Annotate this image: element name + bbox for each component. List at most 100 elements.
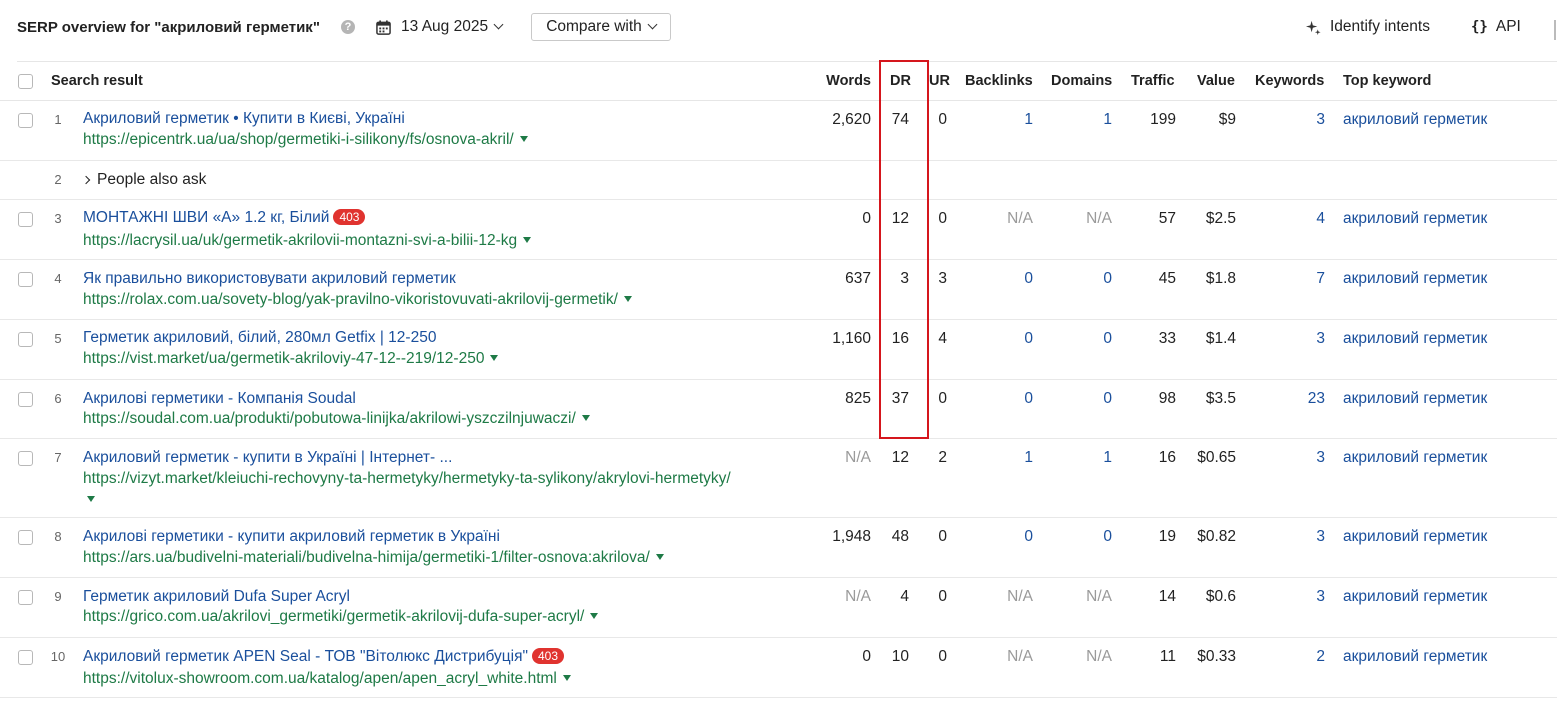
cell-backlinks[interactable]: 0 <box>1024 528 1033 546</box>
result-title-link[interactable]: Акриловий герметик - купити в Україні | … <box>83 449 452 467</box>
row-checkbox[interactable] <box>18 113 33 128</box>
table-row: 6 Акрилові герметики - Компанія Soudal h… <box>0 380 1557 439</box>
col-keywords[interactable]: Keywords <box>1255 73 1324 89</box>
cell-backlinks[interactable]: 1 <box>1024 449 1033 467</box>
cell-backlinks[interactable]: 0 <box>1024 390 1033 408</box>
col-value[interactable]: Value <box>1197 73 1235 89</box>
cell-keywords[interactable]: 2 <box>1316 648 1325 666</box>
result-url[interactable]: https://soudal.com.ua/produkti/pobutowa-… <box>83 410 590 428</box>
cell-top-keyword[interactable]: акриловий герметик <box>1343 528 1487 546</box>
row-checkbox[interactable] <box>18 332 33 347</box>
result-url[interactable]: https://rolax.com.ua/sovety-blog/yak-pra… <box>83 291 632 309</box>
caret-down-icon[interactable] <box>562 675 571 681</box>
select-all-checkbox[interactable] <box>18 74 33 89</box>
cell-domains[interactable]: 1 <box>1103 111 1112 129</box>
compare-with-button[interactable]: Compare with <box>531 13 671 41</box>
result-url[interactable]: https://vist.market/ua/germetik-akrilovi… <box>83 350 499 368</box>
cell-top-keyword[interactable]: акриловий герметик <box>1343 449 1487 467</box>
result-url-text[interactable]: https://vizyt.market/kleiuchi-rechovyny-… <box>83 470 731 488</box>
result-title-link[interactable]: Акриловий герметик APEN Seal - ТОВ "Віто… <box>83 648 565 666</box>
result-title-link[interactable]: Як правильно використовувати акриловий г… <box>83 270 456 288</box>
cell-domains[interactable]: 0 <box>1103 528 1112 546</box>
caret-down-icon[interactable] <box>581 415 590 421</box>
result-title-link[interactable]: Акриловий герметик • Купити в Києві, Укр… <box>83 110 405 128</box>
col-backlinks[interactable]: Backlinks <box>965 73 1033 89</box>
people-also-ask-toggle[interactable]: People also ask <box>81 171 206 189</box>
result-title-link[interactable]: МОНТАЖНІ ШВИ «А» 1.2 кг, Білий 403 <box>83 209 366 227</box>
cell-top-keyword[interactable]: акриловий герметик <box>1343 648 1487 666</box>
caret-down-icon[interactable] <box>590 613 599 619</box>
caret-down-icon[interactable] <box>519 136 528 142</box>
caret-down-icon[interactable] <box>655 554 664 560</box>
cell-keywords[interactable]: 3 <box>1316 528 1325 546</box>
cell-top-keyword[interactable]: акриловий герметик <box>1343 390 1487 408</box>
result-url-text[interactable]: https://ars.ua/budivelni-materiali/budiv… <box>83 549 650 566</box>
date-picker[interactable]: 13 Aug 2025 <box>376 18 504 36</box>
col-traffic[interactable]: Traffic <box>1131 73 1175 89</box>
result-title-link[interactable]: Акрилові герметики - купити акриловий ге… <box>83 528 500 546</box>
caret-down-icon[interactable] <box>87 496 95 502</box>
cell-top-keyword[interactable]: акриловий герметик <box>1343 330 1487 348</box>
row-checkbox[interactable] <box>18 530 33 545</box>
help-icon[interactable]: ? <box>341 20 355 34</box>
cell-backlinks[interactable]: 0 <box>1024 330 1033 348</box>
row-checkbox[interactable] <box>18 392 33 407</box>
row-checkbox[interactable] <box>18 590 33 605</box>
result-url[interactable]: https://grico.com.ua/akrilovi_germetiki/… <box>83 608 599 626</box>
result-url-text[interactable]: https://vist.market/ua/germetik-akrilovi… <box>83 350 484 367</box>
cell-keywords[interactable]: 4 <box>1316 210 1325 228</box>
row-checkbox[interactable] <box>18 451 33 466</box>
cell-domains[interactable]: 1 <box>1103 449 1112 467</box>
caret-down-icon[interactable] <box>623 296 632 302</box>
identify-intents-button[interactable]: Identify intents <box>1305 18 1430 36</box>
cell-domains[interactable]: 0 <box>1103 270 1112 288</box>
result-url-text[interactable]: https://rolax.com.ua/sovety-blog/yak-pra… <box>83 291 618 308</box>
cell-keywords[interactable]: 3 <box>1316 330 1325 348</box>
cell-keywords[interactable]: 3 <box>1316 449 1325 467</box>
result-url[interactable]: https://lacrysil.ua/uk/germetik-akrilovi… <box>83 232 532 250</box>
cell-words: 637 <box>845 270 871 287</box>
cell-keywords[interactable]: 3 <box>1316 111 1325 129</box>
cell-top-keyword[interactable]: акриловий герметик <box>1343 588 1487 606</box>
row-checkbox[interactable] <box>18 272 33 287</box>
cell-domains[interactable]: 0 <box>1103 330 1112 348</box>
result-url-text[interactable]: https://lacrysil.ua/uk/germetik-akrilovi… <box>83 232 517 249</box>
row-checkbox[interactable] <box>18 212 33 227</box>
col-search-result[interactable]: Search result <box>51 73 143 89</box>
cell-keywords[interactable]: 7 <box>1316 270 1325 288</box>
result-title-link[interactable]: Герметик акриловий, білий, 280мл Getfix … <box>83 329 436 347</box>
cell-domains[interactable]: 0 <box>1103 390 1112 408</box>
result-url[interactable]: https://epicentrk.ua/ua/shop/germetiki-i… <box>83 131 528 149</box>
result-title-link[interactable]: Герметик акриловий Dufa Super Acryl <box>83 588 350 606</box>
cell-backlinks: N/A <box>1007 210 1033 227</box>
col-ur[interactable]: UR <box>929 73 950 89</box>
result-title-link[interactable]: Акрилові герметики - Компанія Soudal <box>83 390 356 408</box>
table-row: 9 Герметик акриловий Dufa Super Acryl ht… <box>0 578 1557 638</box>
row-checkbox[interactable] <box>18 650 33 665</box>
cell-top-keyword[interactable]: акриловий герметик <box>1343 111 1487 129</box>
cell-top-keyword[interactable]: акриловий герметик <box>1343 270 1487 288</box>
people-also-ask-row[interactable]: 2 People also ask <box>0 161 1557 200</box>
cell-backlinks[interactable]: 1 <box>1024 111 1033 129</box>
cell-traffic: 19 <box>1158 528 1176 545</box>
result-url-text[interactable]: https://epicentrk.ua/ua/shop/germetiki-i… <box>83 131 514 148</box>
col-top-keyword[interactable]: Top keyword <box>1343 73 1431 89</box>
cell-backlinks[interactable]: 0 <box>1024 270 1033 288</box>
result-url[interactable]: https://ars.ua/budivelni-materiali/budiv… <box>83 549 664 567</box>
status-badge: 403 <box>532 648 565 664</box>
cell-dr: 10 <box>891 648 909 665</box>
result-url-text[interactable]: https://vitolux-showroom.com.ua/katalog/… <box>83 670 557 687</box>
caret-down-icon[interactable] <box>523 237 532 243</box>
result-url-text[interactable]: https://grico.com.ua/akrilovi_germetiki/… <box>83 608 584 625</box>
result-title-text[interactable]: МОНТАЖНІ ШВИ «А» 1.2 кг, Білий <box>83 209 329 226</box>
cell-keywords[interactable]: 3 <box>1316 588 1325 606</box>
cell-keywords[interactable]: 23 <box>1308 390 1325 408</box>
col-words[interactable]: Words <box>826 73 871 89</box>
result-url-text[interactable]: https://soudal.com.ua/produkti/pobutowa-… <box>83 410 576 427</box>
cell-top-keyword[interactable]: акриловий герметик <box>1343 210 1487 228</box>
caret-down-icon[interactable] <box>490 355 499 361</box>
api-button[interactable]: {} API <box>1471 18 1521 36</box>
col-domains[interactable]: Domains <box>1051 73 1112 89</box>
result-url[interactable]: https://vitolux-showroom.com.ua/katalog/… <box>83 670 571 688</box>
result-title-text[interactable]: Акриловий герметик APEN Seal - ТОВ "Віто… <box>83 648 528 665</box>
